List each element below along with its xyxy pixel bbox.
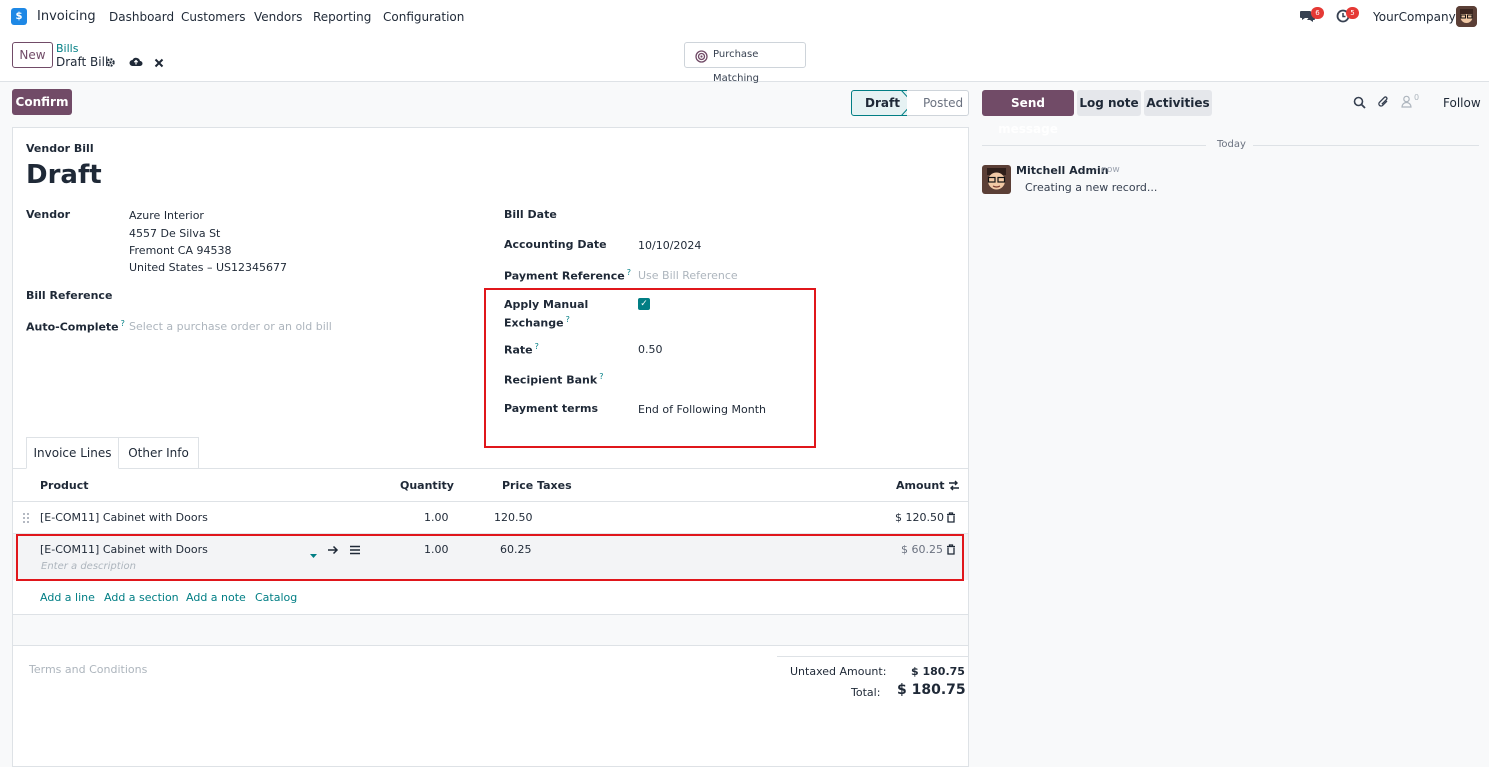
document-type: Vendor Bill (26, 142, 94, 155)
add-section-link[interactable]: Add a section (104, 591, 179, 604)
column-price[interactable]: Price (502, 479, 533, 492)
app-name[interactable]: Invoicing (37, 9, 96, 24)
activities-badge: 5 (1346, 7, 1359, 19)
highlight-box-line (16, 534, 964, 581)
form-view: Confirm Draft Posted Vendor Bill Draft V… (0, 83, 980, 767)
table-footer (13, 615, 968, 645)
line-product[interactable]: [E-COM11] Cabinet with Doors (40, 511, 208, 524)
control-panel: New Bills Draft Bill Purchase Matching (0, 34, 1489, 84)
vendor-name[interactable]: Azure Interior (129, 209, 204, 222)
column-product[interactable]: Product (40, 479, 89, 492)
status-posted[interactable]: Posted (907, 90, 969, 116)
purchase-matching-label: Purchase Matching (713, 49, 759, 84)
payment-reference-input[interactable]: Use Bill Reference (638, 269, 738, 282)
date-separator-line (1253, 145, 1479, 146)
drag-handle-icon[interactable] (23, 512, 29, 526)
column-taxes[interactable]: Taxes (537, 479, 572, 492)
add-line-link[interactable]: Add a line (40, 591, 95, 604)
autocomplete-input[interactable]: Select a purchase order or an old bill (129, 320, 332, 333)
date-separator-label: Today (1217, 139, 1246, 150)
messages-badge: 6 (1311, 7, 1324, 19)
tab-invoice-lines[interactable]: Invoice Lines (26, 437, 119, 469)
form-sheet: Vendor Bill Draft Vendor Azure Interior … (12, 127, 969, 767)
highlight-box-exchange (484, 288, 816, 448)
payment-reference-label-text: Payment Reference (504, 269, 625, 283)
untaxed-amount-label: Untaxed Amount: (790, 665, 887, 678)
breadcrumb-current: Draft Bill (56, 55, 109, 69)
column-quantity[interactable]: Quantity (400, 479, 454, 492)
bill-reference-input[interactable] (129, 284, 459, 306)
invoicing-app-icon[interactable]: $ (11, 8, 27, 25)
vendor-label: Vendor (26, 208, 71, 221)
tab-other-info[interactable]: Other Info (119, 437, 199, 469)
date-separator-line (982, 145, 1206, 146)
page-title: Draft (26, 160, 102, 190)
discard-close-icon[interactable] (154, 57, 164, 71)
log-note-button[interactable]: Log note (1077, 90, 1141, 116)
gear-icon[interactable] (105, 57, 116, 71)
send-message-button[interactable]: Send message (982, 90, 1074, 136)
menu-vendors[interactable]: Vendors (254, 10, 302, 24)
author-avatar[interactable] (982, 165, 1011, 194)
message-body: Creating a new record... (1025, 181, 1158, 194)
vendor-address-line: 4557 De Silva St (129, 227, 221, 240)
column-amount[interactable]: Amount (896, 479, 944, 492)
bill-date-label: Bill Date (504, 208, 557, 221)
column-settings-icon[interactable] (948, 480, 960, 494)
help-tooltip-icon[interactable]: ? (121, 319, 125, 328)
follow-button[interactable]: Follow (1443, 96, 1481, 110)
line-amount: $ 120.50 (895, 511, 944, 524)
payment-reference-label: Payment Reference? (504, 268, 631, 283)
confirm-button[interactable]: Confirm (12, 89, 72, 115)
new-button[interactable]: New (12, 42, 53, 68)
total-label: Total: (851, 686, 881, 699)
table-header-divider (13, 501, 968, 502)
line-quantity[interactable]: 1.00 (424, 511, 449, 524)
total-value: $ 180.75 (897, 682, 966, 698)
vendor-address-line: Fremont CA 94538 (129, 244, 232, 257)
target-icon (695, 49, 708, 73)
user-avatar[interactable] (1456, 6, 1477, 27)
trash-icon[interactable] (946, 512, 956, 526)
add-note-link[interactable]: Add a note (186, 591, 246, 604)
autocomplete-label-text: Auto-Complete (26, 320, 119, 334)
paperclip-attachment-icon[interactable] (1377, 95, 1390, 112)
top-navbar: $ Invoicing Dashboard Customers Vendors … (0, 0, 1489, 34)
line-price[interactable]: 120.50 (494, 511, 533, 524)
chatter-panel: Send message Log note Activities 0 Follo… (980, 83, 1489, 764)
save-cloud-icon[interactable] (129, 56, 143, 70)
bill-date-input[interactable] (637, 204, 937, 226)
terms-conditions-input[interactable]: Terms and Conditions (29, 663, 147, 676)
status-posted-label: Posted (923, 96, 964, 110)
totals-divider (777, 656, 969, 657)
untaxed-amount-value: $ 180.75 (911, 665, 965, 678)
purchase-matching-button[interactable]: Purchase Matching (684, 42, 806, 84)
accounting-date-label: Accounting Date (504, 238, 607, 251)
message-time: - now (1095, 165, 1120, 175)
activities-button[interactable]: Activities (1144, 90, 1212, 116)
catalog-link[interactable]: Catalog (255, 591, 297, 604)
menu-customers[interactable]: Customers (181, 10, 246, 24)
menu-configuration[interactable]: Configuration (383, 10, 464, 24)
menu-reporting[interactable]: Reporting (313, 10, 371, 24)
bill-reference-label: Bill Reference (26, 289, 113, 302)
autocomplete-label: Auto-Complete? (26, 319, 125, 334)
divider (13, 645, 968, 646)
breadcrumb-bills[interactable]: Bills (56, 42, 78, 55)
vendor-address-line: United States – US12345677 (129, 261, 288, 274)
menu-dashboard[interactable]: Dashboard (109, 10, 174, 24)
followers-person-icon[interactable] (1401, 95, 1412, 111)
help-tooltip-icon[interactable]: ? (627, 268, 631, 277)
followers-count: 0 (1414, 93, 1420, 102)
company-switcher[interactable]: YourCompany (1373, 10, 1456, 24)
accounting-date-input[interactable]: 10/10/2024 (638, 239, 701, 252)
search-icon[interactable] (1353, 96, 1366, 112)
